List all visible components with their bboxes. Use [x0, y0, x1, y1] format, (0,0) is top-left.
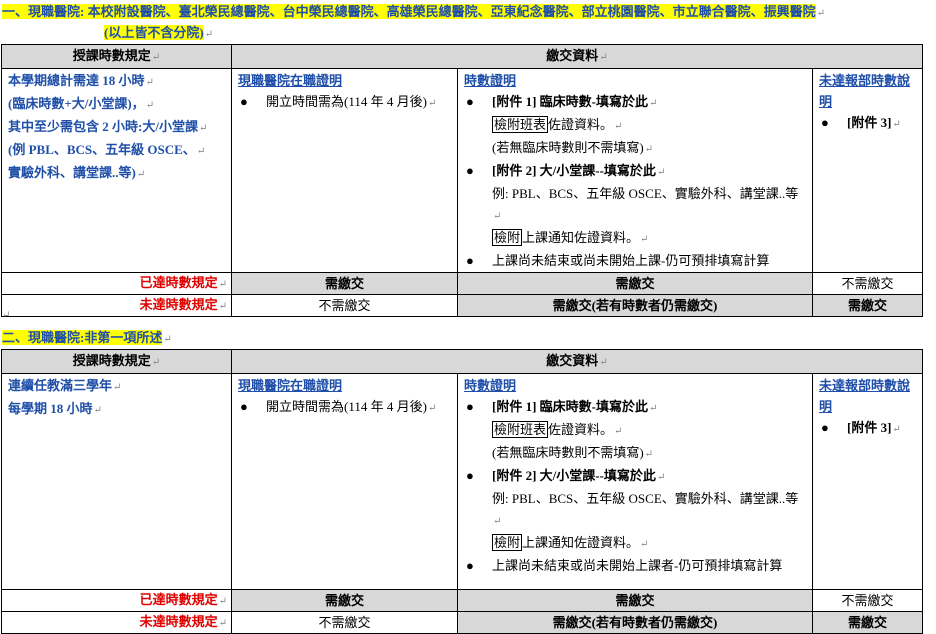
- section2-table: 授課時數規定↵ 繳交資料↵ 連續任教滿三學年↵ 每學期 18 小時↵ 現職醫院在…: [1, 349, 924, 634]
- s2-unmet-unrep: 需繳交: [811, 611, 924, 634]
- bullet-icon: ●: [466, 558, 474, 573]
- bullet-icon: ●: [466, 399, 474, 414]
- s1-unrep-title: 未達報部時數說明: [819, 73, 911, 109]
- s2-met-cert: 需繳交: [231, 589, 458, 612]
- attach-box: 檢附班表: [492, 116, 549, 133]
- s1-met-hours: 需繳交: [457, 272, 813, 295]
- s1-left-line2: (臨床時數+大/小堂課)，↵: [8, 96, 155, 111]
- s1-hours-title: 時數證明: [464, 73, 517, 88]
- s1-att2: ● [附件 2] 大/小堂課--填寫於此↵: [464, 160, 806, 183]
- bullet-icon: ●: [821, 420, 829, 435]
- s1-hours-proof: 時數證明 ● [附件 1] 臨床時數-填寫於此↵ 檢附班表 佐證資料。↵ (若無臨床…: [457, 68, 813, 273]
- section2-title: 二、現職醫院:非第一項所述: [2, 330, 163, 345]
- s1-row-unmet: 未達時數規定↵: [1, 294, 232, 317]
- s1-att3: ● [附件 3]↵: [819, 112, 916, 135]
- s2-att2-example: 例: PBL、BCS、五年級 OSCE、實驗外科、講堂課..等↵: [492, 491, 799, 527]
- s1-att2-detail: 檢附 上課通知佐證資料。↵: [492, 229, 649, 246]
- bullet-icon: ●: [466, 163, 474, 178]
- s2-unreported: 未達報部時數說明 ● [附件 3]↵: [811, 373, 924, 590]
- s2-met-hours: 需繳交: [457, 589, 813, 612]
- attach-box: 檢附: [492, 229, 523, 246]
- s1-left-line4: (例 PBL、BCS、五年級 OSCE、↵: [8, 142, 206, 157]
- s1-met-cert: 需繳交: [231, 272, 458, 295]
- s2-att3: ● [附件 3]↵: [819, 417, 916, 440]
- s2-hours-proof: 時數證明 ● [附件 1] 臨床時數-填寫於此↵ 檢附班表 佐證資料。↵ (若無臨床…: [457, 373, 813, 590]
- paragraph-mark: ↵: [816, 8, 825, 19]
- s2-row-met: 已達時數規定↵: [1, 589, 232, 612]
- s2-unmet-cert: 不需繳交: [231, 611, 458, 634]
- s2-employment-cert: 現職醫院在職證明 ● 開立時間需為(114 年 4 月後)↵: [231, 373, 458, 590]
- s1-unreported: 未達報部時數說明 ● [附件 3]↵: [811, 68, 924, 273]
- s2-unmet-hours: 需繳交(若有時數者仍需繳交): [457, 611, 813, 634]
- s2-hours-rule: 連續任教滿三學年↵ 每學期 18 小時↵: [1, 373, 232, 590]
- section1-heading: 一、現職醫院: 本校附設醫院、臺北榮民總醫院、台中榮民總醫院、高雄榮民總醫院、亞…: [2, 2, 825, 23]
- paragraph-mark: ↵: [204, 29, 214, 40]
- section2-heading: 二、現職醫院:非第一項所述↵: [2, 330, 172, 345]
- s2-met-unrep: 不需繳交: [811, 589, 924, 612]
- bullet-icon: ●: [466, 94, 474, 109]
- attach-box: 檢附班表: [492, 421, 549, 438]
- s2-unrep-title: 未達報部時數說明: [819, 378, 911, 414]
- s1-unmet-unrep: 需繳交: [811, 294, 924, 317]
- header-teaching-hours: 授課時數規定↵: [1, 44, 232, 69]
- attach-box: 檢附: [492, 534, 523, 551]
- section1-title-line1: 一、現職醫院: 本校附設醫院、臺北榮民總醫院、台中榮民總醫院、高雄榮民總醫院、亞…: [2, 4, 816, 19]
- bullet-icon: ●: [240, 399, 248, 414]
- s1-unmet-cert: 不需繳交: [231, 294, 458, 317]
- s2-att2-detail: 檢附 上課通知佐證資料。↵: [492, 534, 649, 551]
- header-submission: 繳交資料↵: [230, 349, 924, 374]
- bullet-icon: ●: [466, 468, 474, 483]
- s2-cert-title: 現職醫院在職證明: [238, 378, 343, 393]
- paragraph-mark: ↵: [2, 310, 11, 321]
- s1-unmet-hours: 需繳交(若有時數者仍需繳交): [457, 294, 813, 317]
- s2-att2: ● [附件 2] 大/小堂課--填寫於此↵: [464, 465, 806, 488]
- s1-left-line5: 實驗外科、講堂課..等)↵: [8, 165, 146, 180]
- s1-att2-example: 例: PBL、BCS、五年級 OSCE、實驗外科、講堂課..等↵: [492, 186, 799, 222]
- s1-att1-detail: 檢附班表 佐證資料。↵: [492, 116, 623, 133]
- s1-met-unrep: 不需繳交: [811, 272, 924, 295]
- bullet-icon: ●: [240, 94, 248, 109]
- s1-employment-cert: 現職醫院在職證明 ● 開立時間需為(114 年 4 月後)↵: [231, 68, 458, 273]
- header-submission: 繳交資料↵: [230, 44, 924, 69]
- header-teaching-hours: 授課時數規定↵: [1, 349, 232, 374]
- s1-cert-item: ● 開立時間需為(114 年 4 月後)↵: [238, 91, 451, 114]
- s2-att2-last: ● 上課尚未結束或尚未開始上課者-仍可預排填寫計算: [464, 555, 806, 576]
- s1-hours-rule: 本學期總計需達 18 小時↵ (臨床時數+大/小堂課)，↵ 其中至少需包含 2 …: [1, 68, 232, 273]
- s1-att2-last: ● 上課尚未結束或尚未開始上課-仍可預排填寫計算: [464, 250, 806, 271]
- section1-table: 授課時數規定↵ 繳交資料↵ 本學期總計需達 18 小時↵ (臨床時數+大/小堂課…: [1, 44, 924, 317]
- s2-cert-item: ● 開立時間需為(114 年 4 月後)↵: [238, 396, 451, 419]
- bullet-icon: ●: [466, 253, 474, 268]
- s1-left-line3: 其中至少需包含 2 小時:大/小堂課↵: [8, 119, 208, 134]
- s1-row-met: 已達時數規定↵: [1, 272, 232, 295]
- s2-left-line1: 連續任教滿三學年↵: [8, 378, 122, 393]
- s2-left-line2: 每學期 18 小時↵: [8, 401, 102, 416]
- s1-att1: ● [附件 1] 臨床時數-填寫於此↵: [464, 91, 806, 114]
- section1-title-line2: (以上皆不含分院): [104, 25, 204, 40]
- section1-heading-line2: (以上皆不含分院)↵: [104, 23, 213, 44]
- s1-left-line1: 本學期總計需達 18 小時↵: [8, 73, 154, 88]
- bullet-icon: ●: [821, 115, 829, 130]
- s2-att1: ● [附件 1] 臨床時數-填寫於此↵: [464, 396, 806, 419]
- s2-row-unmet: 未達時數規定↵: [1, 611, 232, 634]
- s2-att1-detail: 檢附班表 佐證資料。↵: [492, 421, 623, 438]
- s2-att1-note: (若無臨床時數則不需填寫)↵: [492, 445, 654, 460]
- s1-cert-title: 現職醫院在職證明: [238, 73, 343, 88]
- s2-hours-title: 時數證明: [464, 378, 517, 393]
- s1-att1-note: (若無臨床時數則不需填寫)↵: [492, 140, 654, 155]
